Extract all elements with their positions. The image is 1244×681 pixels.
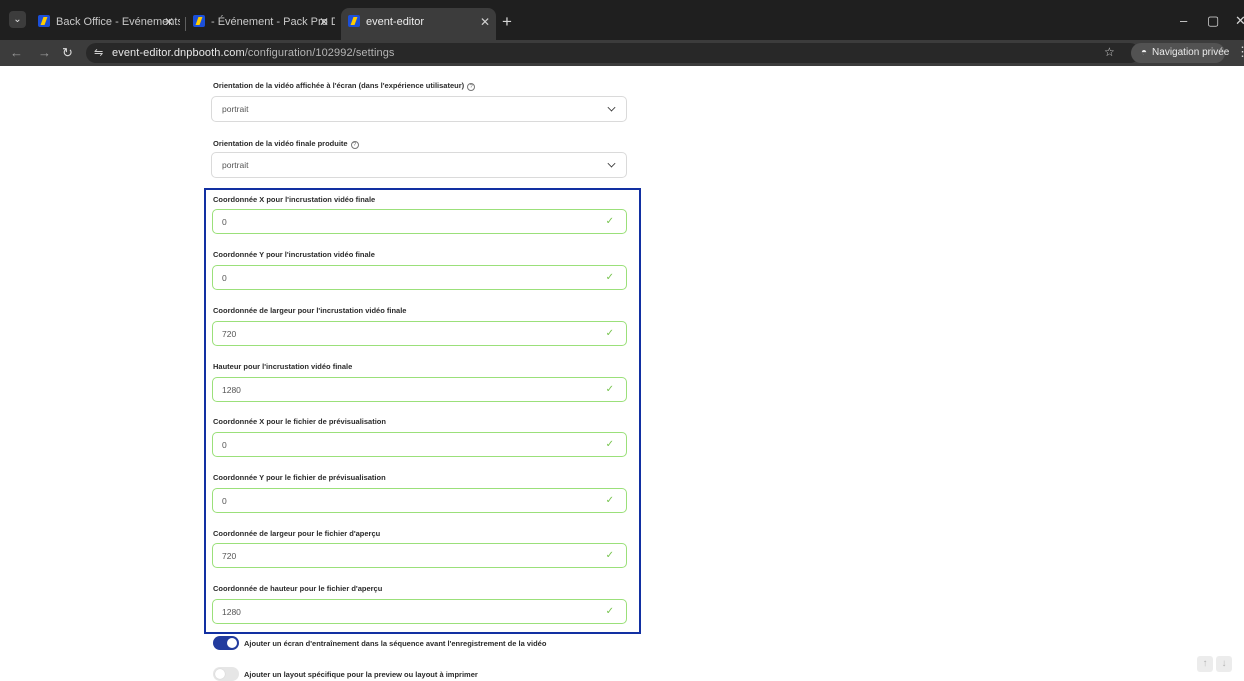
toggle-knob: [227, 638, 237, 648]
training-screen-toggle[interactable]: [213, 636, 239, 650]
help-icon[interactable]: ?: [467, 83, 476, 91]
final-width-label: Coordonnée de largeur pour l'incrustatio…: [213, 306, 407, 315]
scroll-down-arrow-icon[interactable]: ↓: [1216, 656, 1232, 672]
url-path: /configuration/102992/settings: [244, 47, 395, 59]
preview-y-input[interactable]: 0 ✓: [212, 488, 627, 513]
check-icon: ✓: [605, 606, 614, 617]
final-x-input[interactable]: 0 ✓: [212, 209, 627, 234]
preview-y-label: Coordonnée Y pour le fichier de prévisua…: [213, 473, 386, 482]
display-orientation-label: Orientation de la vidéo affichée à l'écr…: [213, 81, 476, 91]
window-close-icon[interactable]: ✕: [1235, 14, 1244, 27]
final-orientation-value: portrait: [222, 160, 249, 170]
close-icon[interactable]: ✕: [480, 12, 490, 32]
final-height-label: Hauteur pour l'incrustation vidéo finale: [213, 362, 353, 371]
final-orientation-label-text: Orientation de la vidéo finale produite: [213, 139, 348, 148]
display-orientation-label-text: Orientation de la vidéo affichée à l'écr…: [213, 81, 465, 90]
tab-separator: [185, 17, 186, 31]
preview-height-label: Coordonnée de hauteur pour le fichier d'…: [213, 584, 383, 593]
chevron-down-icon: [607, 159, 616, 168]
tab-title: - Événement - Pack Pro Data (E: [211, 16, 335, 28]
display-orientation-value: portrait: [222, 104, 249, 114]
bookmark-star-icon[interactable]: ☆: [1104, 45, 1115, 59]
incognito-icon: ◓: [1141, 47, 1148, 58]
browser-toolbar: ← → ↻ ⇋ event-editor.dnpbooth.com/config…: [0, 40, 1244, 66]
final-height-value: 1280: [222, 385, 241, 395]
training-screen-label: Ajouter un écran d'entraînement dans la …: [244, 639, 547, 648]
new-tab-plus-icon[interactable]: +: [502, 13, 512, 30]
forward-arrow-icon[interactable]: →: [38, 45, 51, 61]
toggle-knob: [215, 669, 225, 679]
final-height-input[interactable]: 1280 ✓: [212, 377, 627, 402]
final-orientation-select[interactable]: portrait: [211, 152, 627, 178]
preview-x-input[interactable]: 0 ✓: [212, 432, 627, 457]
final-width-input[interactable]: 720 ✓: [212, 321, 627, 346]
restore-icon[interactable]: ▢: [1207, 14, 1219, 27]
site-settings-icon[interactable]: ⇋: [94, 46, 103, 60]
specific-layout-label: Ajouter un layout spécifique pour la pre…: [244, 670, 478, 679]
tab-title: event-editor: [366, 16, 425, 28]
check-icon: ✓: [605, 495, 614, 506]
tab-evenement[interactable]: - Événement - Pack Pro Data (E ✕: [193, 12, 335, 40]
preview-width-value: 720: [222, 551, 237, 561]
final-width-value: 720: [222, 329, 237, 339]
dnpbooth-favicon-icon: [348, 15, 360, 28]
preview-height-value: 1280: [222, 607, 241, 617]
close-icon[interactable]: ✕: [164, 12, 174, 32]
preview-width-input[interactable]: 720 ✓: [212, 543, 627, 568]
tab-event-editor[interactable]: event-editor ✕: [341, 8, 496, 40]
check-icon: ✓: [605, 216, 614, 227]
final-orientation-label: Orientation de la vidéo finale produite?: [213, 139, 359, 149]
url-text[interactable]: event-editor.dnpbooth.com/configuration/…: [112, 46, 395, 60]
preview-y-value: 0: [222, 496, 227, 506]
back-arrow-icon[interactable]: ←: [10, 45, 23, 61]
browser-tab-bar: ⌄ Back Office - Evénements : Nou ✕ - Évé…: [0, 0, 1244, 40]
final-y-label: Coordonnée Y pour l'incrustation vidéo f…: [213, 250, 375, 259]
preview-x-label: Coordonnée X pour le fichier de prévisua…: [213, 417, 386, 426]
tab-search-icon[interactable]: ⌄: [9, 11, 26, 28]
tab-back-office[interactable]: Back Office - Evénements : Nou ✕: [38, 12, 180, 40]
incognito-label: Navigation privée: [1152, 47, 1230, 58]
close-icon[interactable]: ✕: [319, 12, 329, 32]
tab-title: Back Office - Evénements : Nou: [56, 16, 180, 28]
check-icon: ✓: [605, 328, 614, 339]
dnpbooth-favicon-icon: [193, 15, 205, 28]
chevron-down-icon: [607, 103, 616, 112]
preview-height-input[interactable]: 1280 ✓: [212, 599, 627, 624]
help-icon[interactable]: ?: [350, 141, 359, 149]
address-bar[interactable]: ⇋ event-editor.dnpbooth.com/configuratio…: [86, 43, 1140, 63]
preview-width-label: Coordonnée de largeur pour le fichier d'…: [213, 529, 381, 538]
final-y-input[interactable]: 0 ✓: [212, 265, 627, 290]
check-icon: ✓: [605, 550, 614, 561]
final-x-value: 0: [222, 217, 227, 227]
minimize-icon[interactable]: –: [1180, 14, 1187, 27]
scroll-up-arrow-icon[interactable]: ↑: [1197, 656, 1213, 672]
check-icon: ✓: [605, 384, 614, 395]
dnpbooth-favicon-icon: [38, 15, 50, 28]
more-menu-icon[interactable]: ⋮: [1236, 44, 1244, 60]
final-x-label: Coordonnée X pour l'incrustation vidéo f…: [213, 195, 376, 204]
check-icon: ✓: [605, 272, 614, 283]
display-orientation-select[interactable]: portrait: [211, 96, 627, 122]
reload-icon[interactable]: ↻: [62, 45, 73, 61]
check-icon: ✓: [605, 439, 614, 450]
final-y-value: 0: [222, 273, 227, 283]
url-host: event-editor.dnpbooth.com: [112, 47, 245, 59]
incognito-badge[interactable]: ◓ Navigation privée: [1131, 43, 1229, 63]
preview-x-value: 0: [222, 440, 227, 450]
